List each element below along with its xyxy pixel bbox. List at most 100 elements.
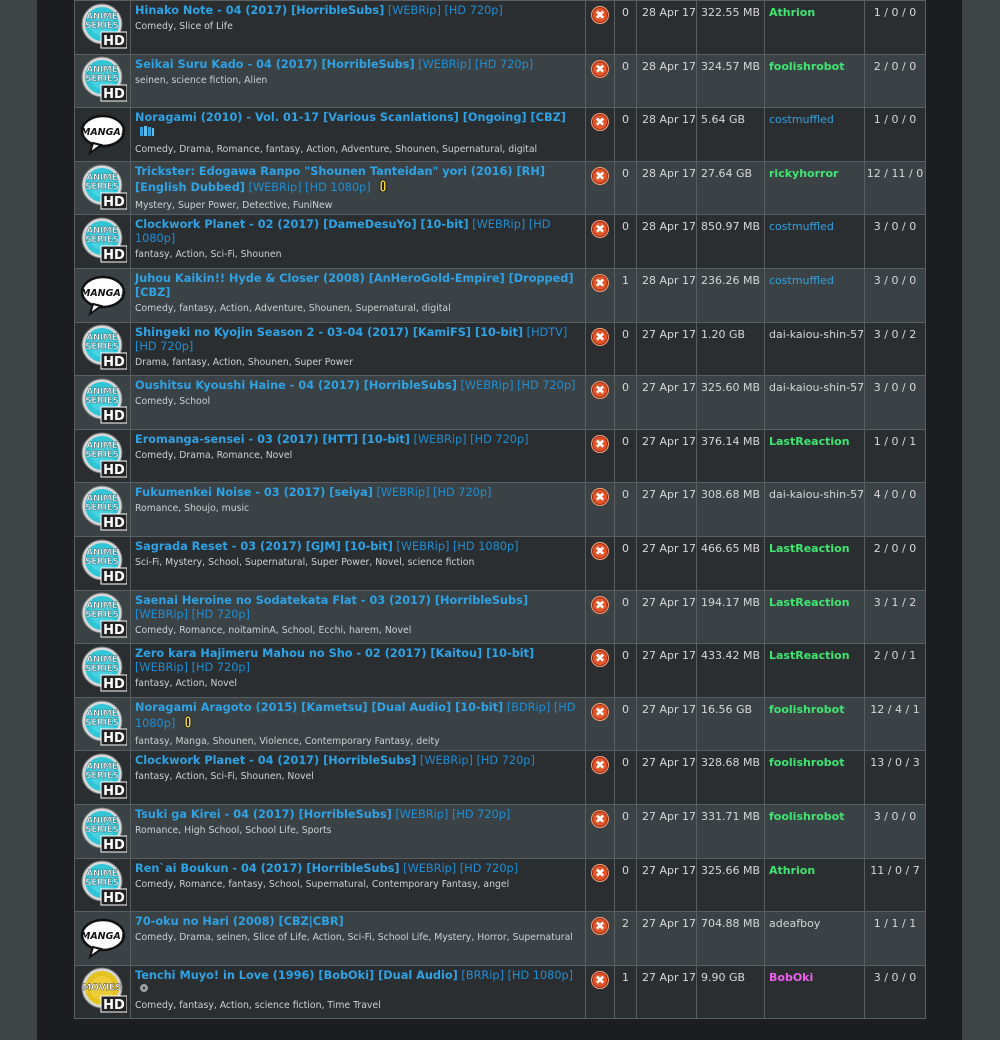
- delete-icon[interactable]: ✖: [591, 488, 609, 507]
- uploader-link[interactable]: costmuffled: [769, 113, 834, 126]
- uploader-link[interactable]: rickyhorror: [769, 167, 838, 180]
- torrent-title-link[interactable]: Clockwork Planet - 04 (2017) [HorribleSu…: [135, 754, 416, 767]
- category-badge[interactable]: ANIME SERIES HD: [79, 431, 127, 479]
- uploader-link[interactable]: adeafboy: [769, 917, 820, 930]
- torrent-title-link[interactable]: Ren`ai Boukun - 04 (2017) [HorribleSubs]: [135, 862, 400, 875]
- uploader-link[interactable]: LastReaction: [769, 435, 850, 448]
- comments-count[interactable]: 1: [614, 267, 637, 323]
- category-badge[interactable]: ANIME SERIES HD: [79, 859, 127, 907]
- comments-count[interactable]: 0: [614, 375, 637, 430]
- category-badge[interactable]: ANIME SERIES HD: [79, 538, 127, 586]
- comments-count[interactable]: 0: [614, 482, 637, 537]
- delete-icon[interactable]: ✖: [591, 381, 609, 400]
- category-badge[interactable]: ANIME SERIES HD: [79, 484, 127, 532]
- category-badge[interactable]: MANGA!: [79, 109, 127, 157]
- uploader-link[interactable]: BobOki: [769, 971, 813, 984]
- comments-count[interactable]: 0: [614, 53, 637, 109]
- delete-icon[interactable]: ✖: [591, 6, 609, 24]
- delete-icon[interactable]: ✖: [591, 220, 609, 239]
- uploader-link[interactable]: dai-kaiou-shin-57: [769, 381, 864, 394]
- uploader-link[interactable]: dai-kaiou-shin-57: [769, 328, 864, 341]
- torrent-title-link[interactable]: Tenchi Muyo! in Love (1996) [BobOki] [Du…: [135, 969, 458, 982]
- uploader-link[interactable]: costmuffled: [769, 274, 834, 287]
- torrent-title-link[interactable]: Tsuki ga Kirei - 04 (2017) [HorribleSubs…: [135, 808, 392, 821]
- torrent-title-link[interactable]: Seikai Suru Kado - 04 (2017) [HorribleSu…: [135, 58, 415, 71]
- comments-count[interactable]: 0: [614, 857, 637, 913]
- uploader-link[interactable]: LastReaction: [769, 596, 850, 609]
- category-badge[interactable]: ANIME SERIES HD: [79, 216, 127, 264]
- torrent-tags[interactable]: [WEBRip] [HD 720p]: [388, 4, 503, 17]
- delete-icon[interactable]: ✖: [591, 327, 609, 346]
- torrent-tags[interactable]: [WEBRip] [HD 1080p]: [249, 181, 371, 194]
- torrent-title-link[interactable]: Eromanga-sensei - 03 (2017) [HTT] [10-bi…: [135, 433, 410, 446]
- delete-icon[interactable]: ✖: [591, 273, 609, 292]
- torrent-tags[interactable]: [WEBRip] [HD 720p]: [135, 661, 250, 674]
- comments-count[interactable]: 0: [614, 643, 637, 698]
- torrent-tags[interactable]: [WEBRip] [HD 720p]: [376, 486, 491, 499]
- torrent-tags[interactable]: [WEBRip] [HD 720p]: [395, 808, 510, 821]
- comments-count[interactable]: 0: [614, 107, 637, 162]
- torrent-title-link[interactable]: Juhou Kaikin!! Hyde & Closer (2008) [AnH…: [135, 272, 574, 299]
- torrent-title-link[interactable]: Zero kara Hajimeru Mahou no Sho - 02 (20…: [135, 647, 534, 660]
- delete-icon[interactable]: ✖: [591, 113, 609, 132]
- torrent-tags[interactable]: [WEBRip] [HD 720p]: [460, 379, 575, 392]
- comments-count[interactable]: 0: [614, 589, 637, 645]
- delete-icon[interactable]: ✖: [591, 756, 609, 775]
- category-badge[interactable]: MANGA!: [79, 270, 127, 318]
- comments-count[interactable]: 1: [614, 964, 637, 1020]
- comments-count[interactable]: 0: [614, 321, 637, 377]
- uploader-link[interactable]: costmuffled: [769, 220, 834, 233]
- category-badge[interactable]: ANIME SERIES HD: [79, 699, 127, 747]
- torrent-title-link[interactable]: Noragami Aragoto (2015) [Kametsu] [Dual …: [135, 701, 503, 714]
- delete-icon[interactable]: ✖: [591, 541, 609, 560]
- comments-count[interactable]: 0: [614, 750, 637, 805]
- category-badge[interactable]: ANIME SERIES HD: [79, 806, 127, 854]
- uploader-link[interactable]: LastReaction: [769, 542, 850, 555]
- delete-icon[interactable]: ✖: [591, 702, 609, 721]
- torrent-tags[interactable]: [WEBRip] [HD 720p]: [420, 754, 535, 767]
- torrent-title-link[interactable]: Oushitsu Kyoushi Haine - 04 (2017) [Horr…: [135, 379, 457, 392]
- torrent-title-link[interactable]: Saenai Heroine no Sodatekata Flat - 03 (…: [135, 594, 528, 607]
- torrent-tags[interactable]: [WEBRip] [HD 720p]: [135, 608, 250, 621]
- comments-count[interactable]: 0: [614, 535, 637, 591]
- category-badge[interactable]: ANIME SERIES HD: [79, 752, 127, 800]
- delete-icon[interactable]: ✖: [591, 595, 609, 614]
- delete-icon[interactable]: ✖: [591, 59, 609, 78]
- uploader-link[interactable]: dai-kaiou-shin-57: [769, 488, 864, 501]
- delete-icon[interactable]: ✖: [591, 809, 609, 828]
- torrent-title-link[interactable]: Noragami (2010) - Vol. 01-17 [Various Sc…: [135, 111, 566, 124]
- torrent-tags[interactable]: [WEBRip] [HD 720p]: [418, 58, 533, 71]
- delete-icon[interactable]: ✖: [591, 166, 609, 185]
- category-badge[interactable]: ANIME SERIES HD: [79, 163, 127, 211]
- uploader-link[interactable]: foolishrobot: [769, 810, 845, 823]
- uploader-link[interactable]: Athrion: [769, 864, 815, 877]
- category-badge[interactable]: ANIME SERIES HD: [79, 377, 127, 425]
- torrent-tags[interactable]: [WEBRip] [HD 720p]: [414, 433, 529, 446]
- category-badge[interactable]: MANGA!: [79, 913, 127, 961]
- torrent-title-link[interactable]: 70-oku no Hari (2008) [CBZ|CBR]: [135, 915, 344, 928]
- category-badge[interactable]: ANIME SERIES HD: [79, 55, 127, 103]
- comments-count[interactable]: 0: [614, 214, 637, 269]
- uploader-link[interactable]: Athrion: [769, 6, 815, 19]
- delete-icon[interactable]: ✖: [591, 649, 609, 668]
- uploader-link[interactable]: foolishrobot: [769, 703, 845, 716]
- uploader-link[interactable]: foolishrobot: [769, 756, 845, 769]
- uploader-link[interactable]: foolishrobot: [769, 60, 845, 73]
- torrent-tags[interactable]: [WEBRip] [HD 1080p]: [396, 540, 518, 553]
- category-badge[interactable]: ANIME SERIES HD: [79, 591, 127, 639]
- comments-count[interactable]: 0: [614, 696, 637, 752]
- comments-count[interactable]: 0: [614, 160, 637, 216]
- category-badge[interactable]: ANIME SERIES HD: [79, 645, 127, 693]
- torrent-tags[interactable]: [WEBRip] [HD 720p]: [403, 862, 518, 875]
- delete-icon[interactable]: ✖: [591, 970, 609, 989]
- comments-count[interactable]: 0: [614, 803, 637, 859]
- comments-count[interactable]: 0: [614, 0, 637, 55]
- category-badge[interactable]: ANIME SERIES HD: [79, 2, 127, 50]
- delete-icon[interactable]: ✖: [591, 917, 609, 936]
- uploader-link[interactable]: LastReaction: [769, 649, 850, 662]
- torrent-title-link[interactable]: Clockwork Planet - 02 (2017) [DameDesuYo…: [135, 218, 469, 231]
- delete-icon[interactable]: ✖: [591, 434, 609, 453]
- category-badge[interactable]: MOVIES HD: [79, 966, 127, 1014]
- torrent-tags[interactable]: [BRRip] [HD 1080p]: [461, 969, 573, 982]
- comments-count[interactable]: 2: [614, 911, 637, 966]
